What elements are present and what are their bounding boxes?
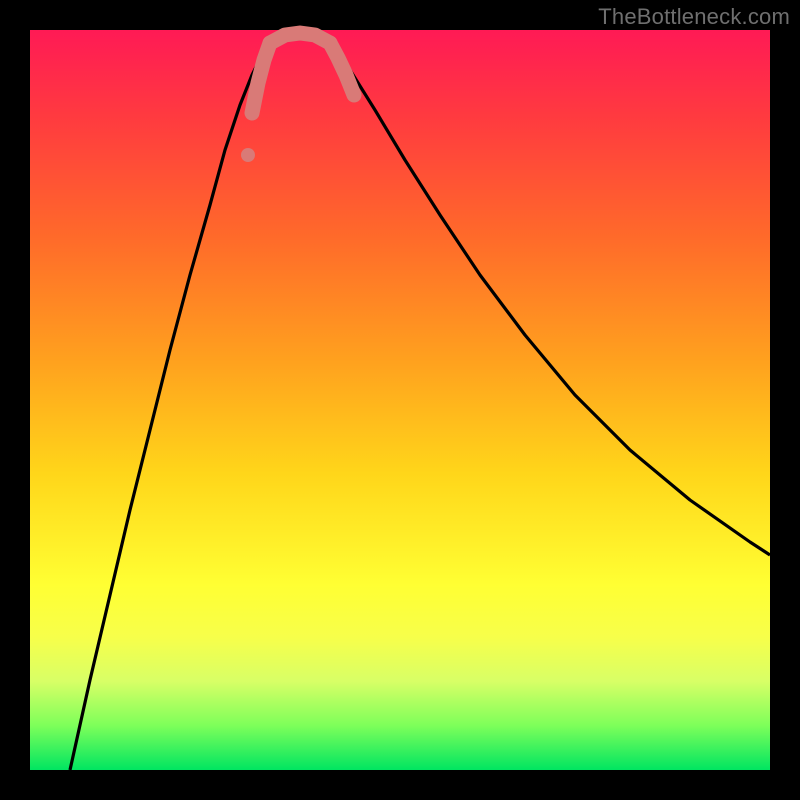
- marker-dot: [241, 148, 255, 162]
- bottleneck-curve-left: [70, 43, 270, 770]
- marker-band-floor: [270, 33, 330, 43]
- watermark-text: TheBottleneck.com: [598, 4, 790, 30]
- bottleneck-curve-right: [330, 43, 770, 555]
- curve-svg: [30, 30, 770, 770]
- marker-band-right: [330, 43, 354, 95]
- curve-layer: [70, 33, 770, 770]
- chart-stage: TheBottleneck.com: [0, 0, 800, 800]
- plot-area: [30, 30, 770, 770]
- marker-band-left: [252, 43, 270, 113]
